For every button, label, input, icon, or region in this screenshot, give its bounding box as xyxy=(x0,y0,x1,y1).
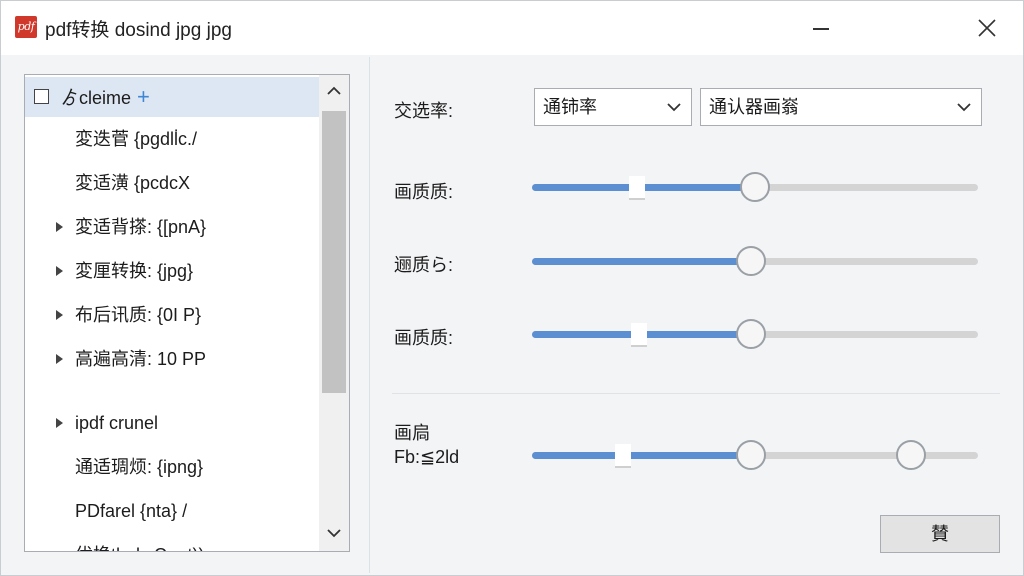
main-content: ゟcleime + 変迭菅 {pgdll̇c./ 変适潢 {pcdcX 変适背搽: {… xyxy=(1,55,1023,575)
range-low-knob[interactable] xyxy=(735,440,766,470)
tree-item-label: 変迭菅 {pgdll̇c./ xyxy=(75,129,198,149)
slider-knob[interactable] xyxy=(735,246,766,276)
title-bar: pdf pdf转换 dosind jpg jpg xyxy=(1,1,1023,55)
tree-item[interactable]: PDfarel {nta} / xyxy=(25,491,319,531)
tree-header-row[interactable]: ゟcleime + xyxy=(25,77,319,117)
tree-item[interactable]: 変厘转换: {jpg} xyxy=(25,251,319,291)
close-button[interactable] xyxy=(967,11,1007,45)
tree-item[interactable]: 优换thels.Ωpot)) xyxy=(25,535,319,551)
slider-label-1: 画质质: xyxy=(394,182,454,202)
tree-item-label: 変适潢 {pcdcX xyxy=(75,173,191,193)
tree-item[interactable]: 変迭菅 {pgdll̇c./ xyxy=(25,119,319,159)
primary-select[interactable]: 通铈率 xyxy=(534,88,692,126)
tree-item[interactable]: 布后讯质: {0I P} xyxy=(25,295,319,335)
chevron-down-icon xyxy=(667,103,681,112)
slider-knob[interactable] xyxy=(740,172,770,202)
tree-item-label: ipdf crunel xyxy=(75,413,159,433)
tree-item[interactable]: 通适琱烦: {ipng} xyxy=(25,447,319,487)
primary-select-value: 通铈率 xyxy=(543,97,597,117)
apply-button[interactable]: 賛 xyxy=(880,515,1000,553)
chevron-up-icon xyxy=(327,86,341,95)
tree-item[interactable]: 高遍高清: 10 PP xyxy=(25,339,319,379)
scroll-up-button[interactable] xyxy=(319,75,349,109)
expand-arrow-icon[interactable] xyxy=(56,354,63,364)
select-label: 交选率: xyxy=(394,101,454,121)
plus-icon[interactable]: + xyxy=(137,84,150,109)
slider-marker[interactable] xyxy=(615,444,632,468)
chevron-down-icon xyxy=(327,529,341,538)
slider-knob[interactable] xyxy=(735,319,766,349)
expand-arrow-icon[interactable] xyxy=(56,418,63,428)
tree-item-label: 优换thels.Ωpot)) xyxy=(75,535,205,551)
slider-label-3: 画质质: xyxy=(394,328,454,348)
pdf-app-icon: pdf xyxy=(15,16,37,38)
tree-item[interactable]: 変适背搽: {[pnA} xyxy=(25,207,319,247)
scroll-thumb[interactable] xyxy=(322,111,346,393)
tree-item-label: 布后讯质: {0I P} xyxy=(75,305,202,325)
chevron-down-icon xyxy=(957,103,971,112)
scroll-down-button[interactable] xyxy=(319,517,349,551)
tree-item-label: 変厘转换: {jpg} xyxy=(75,261,194,281)
minimize-button[interactable] xyxy=(801,11,841,45)
range-slider[interactable] xyxy=(532,440,978,470)
tree-scrollbar[interactable] xyxy=(319,75,349,551)
slider-marker[interactable] xyxy=(628,176,645,200)
range-label-line1: 画扃 xyxy=(394,423,430,443)
tree-header-label: ゟcleime xyxy=(61,88,132,108)
expand-arrow-icon[interactable] xyxy=(56,310,63,320)
settings-panel: 交选率: 通铈率 通认器画嵡 画质质: 逦质ら: 画质质: 画扃 Fb:≦2ld… xyxy=(369,57,1020,573)
tree-item-label: 変适背搽: {[pnA} xyxy=(75,217,207,237)
range-label-line2: Fb:≦2ld xyxy=(394,447,460,467)
slider-marker[interactable] xyxy=(631,323,648,347)
expand-arrow-icon[interactable] xyxy=(56,222,63,232)
expand-arrow-icon[interactable] xyxy=(56,266,63,276)
tree-item-label: 通适琱烦: {ipng} xyxy=(75,457,204,477)
slider-fill xyxy=(532,258,751,265)
quality-slider-3[interactable] xyxy=(532,319,978,349)
tree-item-label: 高遍高清: 10 PP xyxy=(75,349,207,369)
quality-slider-2[interactable] xyxy=(532,246,978,276)
quality-slider-1[interactable] xyxy=(532,172,978,202)
secondary-select[interactable]: 通认器画嵡 xyxy=(700,88,982,126)
file-tree-panel: ゟcleime + 変迭菅 {pgdll̇c./ 変适潢 {pcdcX 変适背搽: {… xyxy=(24,74,350,552)
slider-fill xyxy=(532,452,751,459)
tree-item[interactable]: ipdf crunel xyxy=(25,403,319,443)
tree-item-label: PDfarel {nta} / xyxy=(75,501,188,521)
select-all-checkbox[interactable] xyxy=(34,89,49,104)
tree-item[interactable]: 変适潢 {pcdcX xyxy=(25,163,319,203)
window-title: pdf转换 dosind jpg jpg xyxy=(45,20,232,41)
close-icon xyxy=(978,19,996,37)
app-window: pdf pdf转换 dosind jpg jpg ゟcleime + 変迭菅 {p… xyxy=(0,0,1024,576)
secondary-select-value: 通认器画嵡 xyxy=(709,97,799,117)
slider-label-2: 逦质ら: xyxy=(394,255,454,275)
range-high-knob[interactable] xyxy=(896,440,927,470)
section-divider xyxy=(392,393,1000,394)
